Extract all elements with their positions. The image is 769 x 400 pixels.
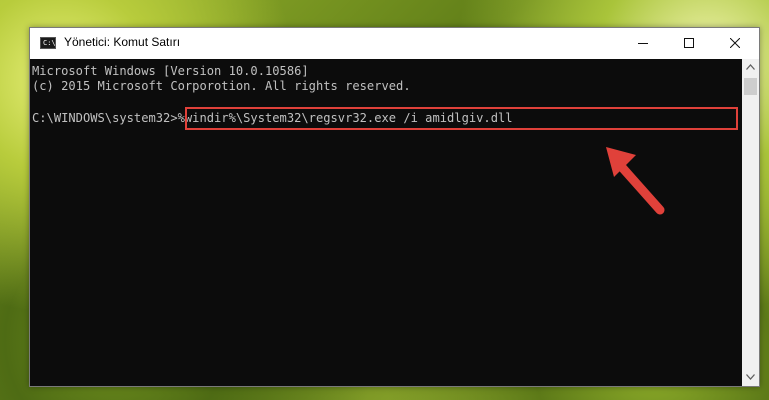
chevron-up-icon: [746, 64, 755, 70]
cmd-icon-text: C:\: [43, 39, 56, 47]
maximize-button[interactable]: [666, 28, 712, 59]
chevron-down-icon: [746, 374, 755, 380]
scrollbar-thumb[interactable]: [744, 78, 757, 95]
scroll-up-button[interactable]: [742, 59, 759, 76]
scroll-down-button[interactable]: [742, 369, 759, 386]
minimize-button[interactable]: [620, 28, 666, 59]
maximize-icon: [684, 38, 694, 48]
command-highlight-box: [185, 107, 738, 130]
console-line-version: Microsoft Windows [Version 10.0.10586]: [32, 64, 309, 78]
close-button[interactable]: [712, 28, 758, 59]
vertical-scrollbar[interactable]: [742, 59, 759, 386]
console-prompt: C:\WINDOWS\system32>: [32, 111, 178, 125]
console-area[interactable]: Microsoft Windows [Version 10.0.10586] (…: [30, 59, 742, 386]
cmd-icon: C:\: [40, 37, 56, 49]
close-icon: [730, 38, 740, 48]
title-bar[interactable]: C:\ Yönetici: Komut Satırı: [30, 28, 759, 59]
minimize-icon: [638, 43, 648, 44]
console-line-copyright: (c) 2015 Microsoft Corporotion. All righ…: [32, 79, 411, 93]
window-title: Yönetici: Komut Satırı: [64, 35, 181, 49]
pointer-arrow-icon: [606, 147, 665, 215]
